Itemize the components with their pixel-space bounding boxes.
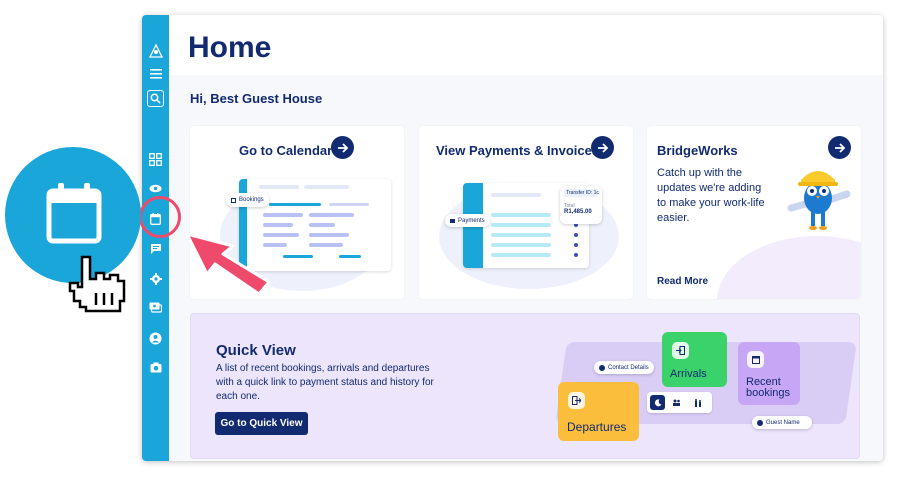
calendar-go-button[interactable] xyxy=(331,136,354,159)
camera-icon[interactable] xyxy=(147,359,164,376)
screenshot-stage: Home Hi, Best Guest House Go to Calendar xyxy=(0,0,901,479)
arrow-right-icon xyxy=(834,142,845,153)
person-icon xyxy=(757,419,763,426)
arrow-right-icon xyxy=(337,142,348,153)
guests-icon xyxy=(669,395,684,410)
settings-icon[interactable] xyxy=(147,270,164,287)
calendar-icon xyxy=(46,183,102,244)
transfer-popover: Transfer ID: 1c Total R1,485.00 xyxy=(560,186,602,224)
calendar-icon xyxy=(747,351,764,368)
login-icon xyxy=(672,342,689,359)
dashboard-icon[interactable] xyxy=(147,151,164,168)
contact-details-chip: Contact Details xyxy=(594,361,654,374)
pointer-arrow-icon xyxy=(185,232,271,296)
top-bar: Home xyxy=(169,15,883,75)
messages-icon[interactable] xyxy=(147,240,164,257)
eye-icon[interactable] xyxy=(147,180,164,197)
recent-bookings-tile: Recent bookings xyxy=(738,342,800,405)
arrivals-tile: Arrivals xyxy=(662,332,727,387)
sidebar xyxy=(142,15,169,461)
payments-chip: Payments xyxy=(445,214,490,227)
departures-label: Departures xyxy=(567,420,627,434)
arrivals-label: Arrivals xyxy=(670,368,707,380)
arrow-right-icon xyxy=(597,142,608,153)
logout-icon xyxy=(568,392,585,409)
guest-name-chip: Guest Name xyxy=(752,416,812,429)
payments-chip-label: Payments xyxy=(458,217,485,224)
bookings-chip: Bookings xyxy=(226,193,269,207)
bridgeworks-go-button[interactable] xyxy=(828,136,851,159)
contact-details-label: Contact Details xyxy=(608,364,649,371)
payments-card[interactable]: View Payments & Invoices Payments Transf… xyxy=(419,126,633,299)
guest-name-label: Guest Name xyxy=(766,419,800,426)
account-icon[interactable] xyxy=(147,330,164,347)
quick-view-banner: Quick View A list of recent bookings, ar… xyxy=(190,313,860,459)
greeting: Hi, Best Guest House xyxy=(190,91,323,106)
transfer-id: Transfer ID: 1c xyxy=(564,189,599,197)
logo-icon[interactable] xyxy=(147,42,164,59)
status-icon-row xyxy=(647,392,712,413)
highlight-ring xyxy=(139,196,181,238)
main-content: Home Hi, Best Guest House Go to Calendar xyxy=(169,15,883,461)
recent-bookings-label: Recent bookings xyxy=(746,376,791,399)
payments-card-title[interactable]: View Payments & Invoices xyxy=(436,143,599,158)
menu-icon[interactable] xyxy=(147,65,164,82)
page-title: Home xyxy=(188,31,272,64)
bookings-chip-label: Bookings xyxy=(239,197,264,203)
go-to-quick-view-button[interactable]: Go to Quick View xyxy=(215,412,308,435)
total-value: R1,485.00 xyxy=(564,209,592,215)
payments-icon[interactable] xyxy=(147,299,164,316)
moon-icon xyxy=(650,395,665,410)
bridgeworks-card-title: BridgeWorks xyxy=(657,143,738,158)
read-more-link[interactable]: Read More xyxy=(657,276,708,287)
bridgeworks-card[interactable]: BridgeWorks Catch up with the updates we… xyxy=(647,126,861,299)
contact-icon xyxy=(599,364,605,371)
quick-view-title: Quick View xyxy=(216,342,296,359)
payments-go-button[interactable] xyxy=(591,136,614,159)
search-icon[interactable] xyxy=(147,90,164,107)
mascot-illustration xyxy=(787,171,851,230)
calendar-card-title[interactable]: Go to Calendar xyxy=(239,143,332,158)
quick-view-description: A list of recent bookings, arrivals and … xyxy=(216,363,434,402)
family-icon xyxy=(690,395,705,410)
illustration-blob xyxy=(717,236,861,299)
hand-cursor-icon xyxy=(68,255,126,313)
wallet-icon xyxy=(450,218,455,223)
departures-tile: Departures xyxy=(558,382,639,441)
bridgeworks-description: Catch up with the updates we're adding t… xyxy=(657,167,765,224)
calendar-icon xyxy=(231,197,236,203)
